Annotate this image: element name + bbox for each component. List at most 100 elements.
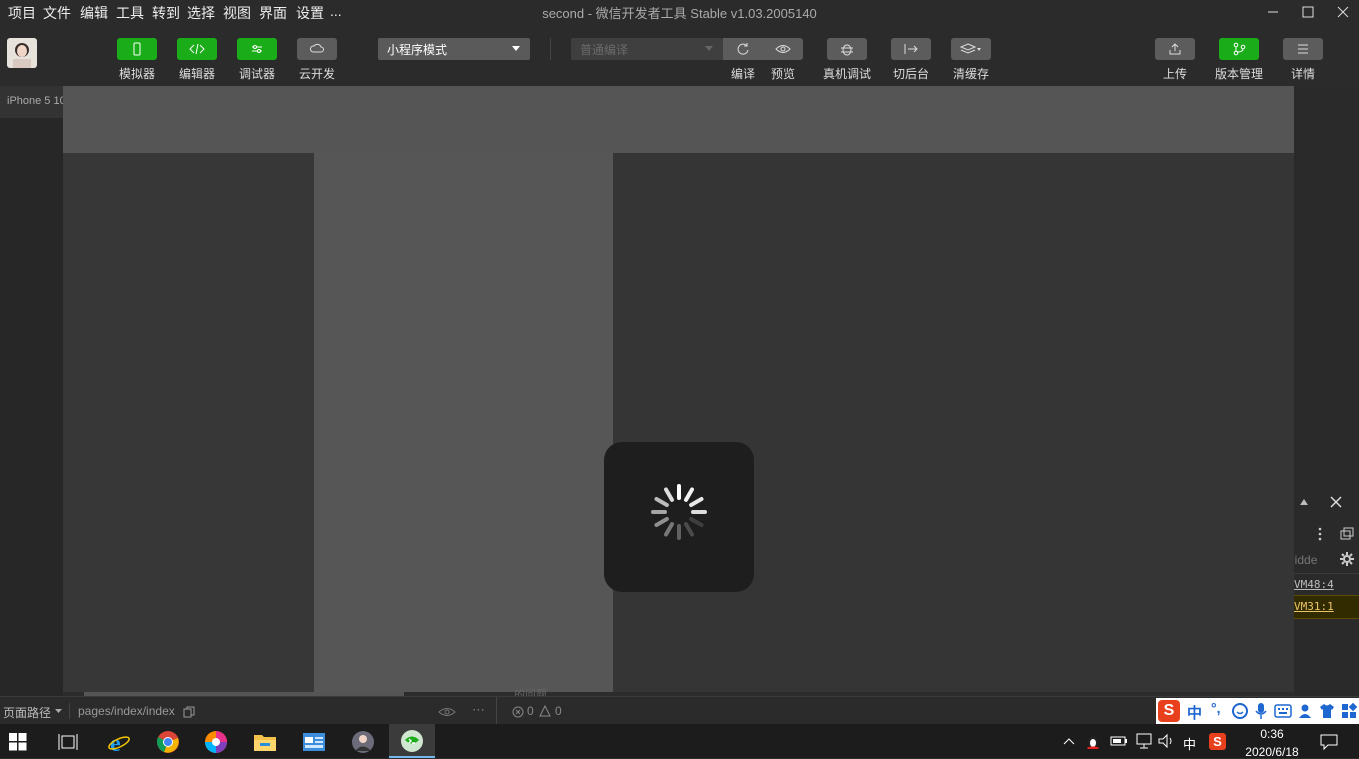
simulator-toggle-button[interactable] [117, 38, 157, 60]
dock-window-icon[interactable] [1340, 527, 1354, 541]
sogou-logo-icon[interactable]: S [1158, 700, 1180, 722]
clock-time[interactable]: 0:36 [1246, 727, 1298, 741]
photos-app-icon[interactable] [204, 730, 228, 754]
bug-icon [841, 44, 853, 56]
status-bar: 页面路径 pages/index/index ⋯ 0 0 S 中 °, [0, 696, 1359, 725]
internet-explorer-icon[interactable]: e [107, 730, 131, 754]
sliders-icon [252, 45, 262, 53]
close-button[interactable] [1326, 0, 1359, 24]
partial-console-text: 的问题 [514, 689, 547, 696]
simulator-label: 模拟器 [118, 67, 155, 81]
mode-select[interactable]: 小程序模式 [378, 38, 530, 60]
compile-mode-select[interactable]: 普通编译 [571, 38, 723, 60]
clock-date[interactable]: 2020/6/18 [1238, 745, 1306, 759]
upload-icon [1169, 43, 1181, 55]
emoji-icon[interactable] [1232, 703, 1248, 719]
source-link[interactable]: VM31:1 [1294, 600, 1334, 613]
wechat-devtools-taskbar-button[interactable] [389, 724, 435, 758]
chrome-icon[interactable] [156, 730, 180, 754]
chevron-down-icon [705, 46, 713, 51]
ime-punct-toggle[interactable]: °, [1211, 700, 1221, 716]
skin-shirt-icon[interactable] [1319, 703, 1335, 719]
window-title: second - 微信开发者工具 Stable v1.03.2005140 [542, 6, 817, 21]
status-divider [496, 697, 497, 725]
switch-background-button[interactable] [891, 38, 931, 60]
device-select-tab[interactable]: iPhone 5 10 [0, 86, 66, 118]
switch-background-label: 切后台 [892, 67, 929, 81]
toolbar-divider [550, 38, 551, 60]
exit-arrow-icon [904, 44, 918, 54]
cloud-dev-button[interactable] [297, 38, 337, 60]
tray-input-lang[interactable]: 中 [1183, 734, 1196, 753]
gear-icon[interactable] [1339, 551, 1355, 567]
tray-expand-icon[interactable] [1063, 737, 1075, 745]
debugger-toggle-button[interactable] [237, 38, 277, 60]
preview-label: 预览 [770, 67, 795, 81]
sogou-tray-icon[interactable]: S [1209, 733, 1226, 750]
clear-cache-label: 清缓存 [952, 67, 989, 81]
debugger-pane: hidden VM48:4 VM31:1 [1288, 86, 1359, 696]
ime-toolbar: S 中 °, [1156, 698, 1359, 724]
preview-button[interactable] [763, 38, 803, 60]
error-count: 0 [527, 704, 534, 718]
keyboard-icon[interactable] [1274, 704, 1292, 718]
close-icon [1337, 6, 1349, 18]
branch-icon [1233, 42, 1246, 56]
device-label: iPhone 5 10 [7, 95, 66, 107]
warning-count: 0 [555, 704, 562, 718]
source-link[interactable]: VM48:4 [1294, 578, 1334, 591]
close-debugger-icon[interactable] [1330, 496, 1342, 508]
console-row: VM48:4 [1294, 573, 1359, 596]
user-settings-icon[interactable] [1298, 703, 1314, 719]
avatar[interactable] [7, 38, 37, 68]
windows-start-icon[interactable] [9, 733, 33, 757]
chevron-down-icon[interactable] [55, 709, 62, 714]
editor-toggle-button[interactable] [177, 38, 217, 60]
clear-cache-button[interactable] [951, 38, 991, 60]
windows-taskbar: e 中 S 0:36 2020/6/18 [0, 724, 1359, 759]
page-path-label[interactable]: 页面路径 [3, 704, 51, 721]
editor-label: 编辑器 [178, 67, 215, 81]
cloud-icon [310, 43, 324, 53]
maximize-button[interactable] [1291, 0, 1325, 24]
remote-debug-button[interactable] [827, 38, 867, 60]
qq-penguin-icon[interactable] [1085, 733, 1101, 749]
version-manage-button[interactable] [1219, 38, 1259, 60]
network-icon[interactable] [1135, 733, 1153, 749]
upload-label: 上传 [1162, 67, 1187, 81]
copy-icon[interactable] [183, 706, 195, 718]
microphone-icon[interactable] [1255, 702, 1267, 720]
overlay-panel-left [63, 153, 314, 692]
chevron-down-icon [512, 46, 520, 51]
details-label: 详情 [1290, 67, 1315, 81]
user-photo-app-icon[interactable] [351, 730, 375, 754]
remote-debug-label: 真机调试 [822, 67, 871, 81]
volume-icon[interactable] [1158, 733, 1176, 749]
app-window-icon[interactable] [302, 730, 326, 754]
file-explorer-icon[interactable] [253, 730, 277, 754]
maximize-icon [1302, 6, 1314, 18]
eye-icon[interactable] [438, 707, 456, 717]
overlay-panel-right [613, 153, 1294, 692]
compile-button[interactable] [723, 38, 763, 60]
wechat-devtools-icon [401, 730, 423, 752]
overlay-header [63, 86, 1294, 153]
ime-lang-toggle[interactable]: 中 [1187, 702, 1202, 723]
error-circle-icon [512, 706, 524, 718]
layers-icon [960, 43, 981, 54]
notification-center-icon[interactable] [1320, 734, 1338, 750]
toolbar: 模拟器 编辑器 调试器 云开发 小程序模式 普通编译 编译 预览 真机调试 切后… [0, 24, 1359, 86]
task-view-icon[interactable] [58, 733, 82, 757]
upload-button[interactable] [1155, 38, 1195, 60]
more-options-icon[interactable]: ⋯ [472, 702, 485, 718]
simulator-pane [0, 118, 63, 696]
compile-mode-placeholder: 普通编译 [580, 42, 629, 57]
version-manage-label: 版本管理 [1214, 67, 1263, 81]
collapse-up-icon[interactable] [1299, 498, 1309, 506]
details-button[interactable] [1283, 38, 1323, 60]
minimize-button[interactable] [1256, 0, 1290, 24]
battery-icon[interactable] [1110, 736, 1128, 746]
toolbox-grid-icon[interactable] [1341, 703, 1357, 719]
menu-bar: 项目 文件 编辑 工具 转到 选择 视图 界面 设置 ... second - … [0, 0, 1359, 24]
more-vertical-icon[interactable] [1317, 526, 1323, 542]
